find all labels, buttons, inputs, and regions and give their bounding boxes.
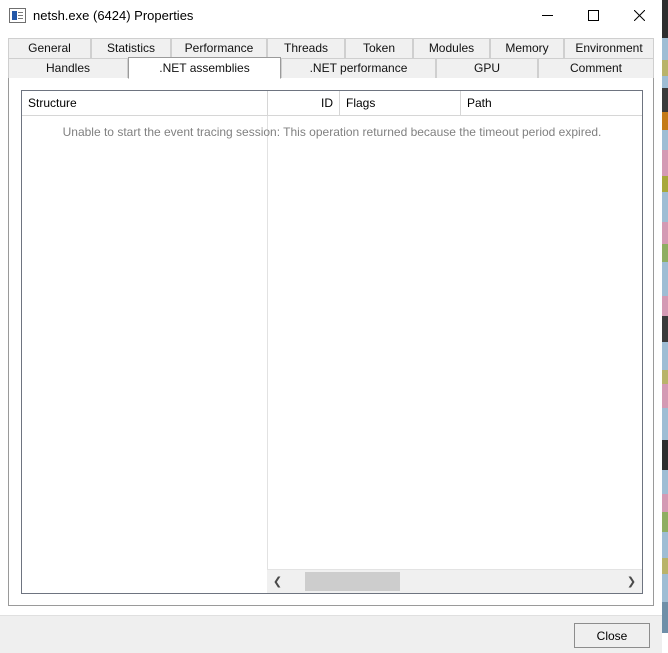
tab-row-secondary: Handles.NET assemblies.NET performanceGP… [8, 58, 654, 78]
tab-general[interactable]: General [8, 38, 91, 58]
tab-comment[interactable]: Comment [538, 58, 654, 78]
tab-threads[interactable]: Threads [267, 38, 345, 58]
tab-modules[interactable]: Modules [413, 38, 490, 58]
list-empty-message: Unable to start the event tracing sessio… [22, 125, 642, 139]
title-bar: netsh.exe (6424) Properties [0, 0, 662, 32]
minimize-icon [542, 10, 553, 21]
column-header-id[interactable]: ID [268, 91, 340, 115]
background-window-strip [662, 0, 668, 653]
list-column-header: StructureIDFlagsPath [22, 91, 642, 116]
tab-content-panel: StructureIDFlagsPath Unable to start the… [8, 78, 654, 606]
dialog-footer: Close [0, 615, 662, 653]
horizontal-scrollbar[interactable]: ❮ ❯ [267, 569, 642, 593]
window-title: netsh.exe (6424) Properties [33, 7, 193, 25]
tab-environment[interactable]: Environment [564, 38, 654, 58]
maximize-icon [588, 10, 599, 21]
assemblies-list-view[interactable]: StructureIDFlagsPath Unable to start the… [21, 90, 643, 594]
scrollbar-thumb[interactable] [305, 572, 400, 591]
column-header-path[interactable]: Path [461, 91, 642, 115]
tab-performance[interactable]: Performance [171, 38, 267, 58]
tab-statistics[interactable]: Statistics [91, 38, 171, 58]
properties-window-icon [9, 8, 26, 23]
column-header-structure[interactable]: Structure [22, 91, 268, 115]
tab-net-performance[interactable]: .NET performance [281, 58, 436, 78]
minimize-button[interactable] [524, 0, 570, 30]
tab-gpu[interactable]: GPU [436, 58, 538, 78]
scroll-left-arrow-icon[interactable]: ❮ [267, 570, 288, 593]
tab-row-primary: GeneralStatisticsPerformanceThreadsToken… [8, 38, 654, 58]
tab-net-assemblies[interactable]: .NET assemblies [128, 57, 281, 79]
close-icon [634, 10, 645, 21]
close-window-button[interactable] [616, 0, 662, 30]
tab-memory[interactable]: Memory [490, 38, 564, 58]
list-body: Unable to start the event tracing sessio… [22, 116, 642, 569]
maximize-button[interactable] [570, 0, 616, 30]
tab-strip: GeneralStatisticsPerformanceThreadsToken… [8, 38, 654, 78]
tab-handles[interactable]: Handles [8, 58, 128, 78]
properties-window: netsh.exe (6424) Properties GeneralStati… [0, 0, 662, 653]
scroll-right-arrow-icon[interactable]: ❯ [621, 570, 642, 593]
column-header-flags[interactable]: Flags [340, 91, 461, 115]
close-button[interactable]: Close [574, 623, 650, 648]
column-grid-line [267, 116, 268, 569]
tab-token[interactable]: Token [345, 38, 413, 58]
